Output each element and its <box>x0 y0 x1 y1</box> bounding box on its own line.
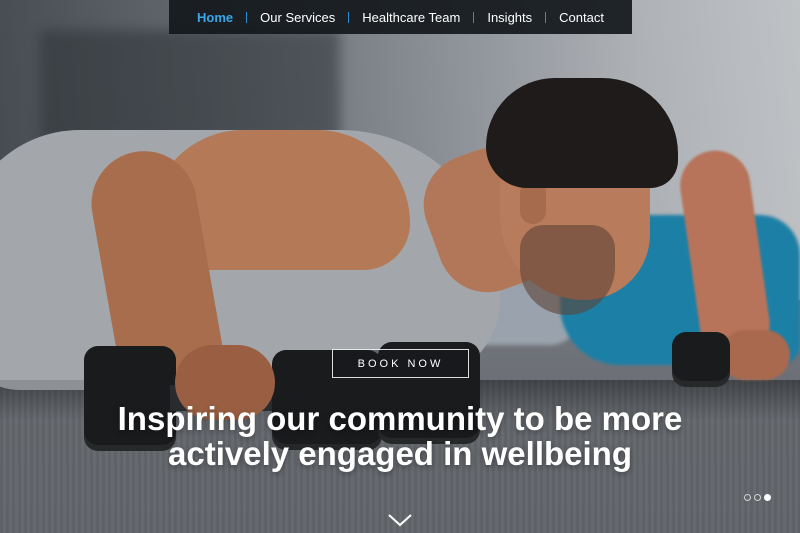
slider-dot-1[interactable] <box>744 494 751 501</box>
hero-headline: Inspiring our community to be more activ… <box>100 401 700 471</box>
nav-insights[interactable]: Insights <box>474 10 545 25</box>
nav-home[interactable]: Home <box>184 10 246 25</box>
chevron-down-icon[interactable] <box>387 512 413 528</box>
slider-dots <box>744 494 771 501</box>
nav-our-services[interactable]: Our Services <box>247 10 348 25</box>
book-now-button[interactable]: BOOK NOW <box>332 349 469 378</box>
dumbbell <box>672 332 730 387</box>
hero-headline-line1: Inspiring our community to be more <box>117 400 683 437</box>
nav-contact[interactable]: Contact <box>546 10 617 25</box>
hero-headline-line2: actively engaged in wellbeing <box>168 435 632 472</box>
nav-healthcare-team[interactable]: Healthcare Team <box>349 10 473 25</box>
slider-dot-2[interactable] <box>754 494 761 501</box>
main-nav: Home Our Services Healthcare Team Insigh… <box>169 0 632 34</box>
slider-dot-3[interactable] <box>764 494 771 501</box>
background-window <box>40 30 340 140</box>
